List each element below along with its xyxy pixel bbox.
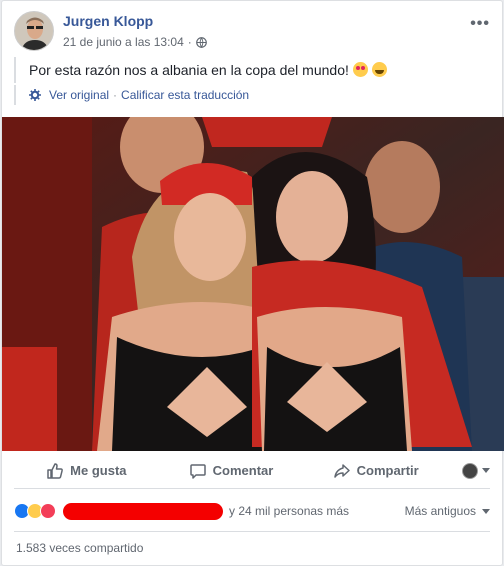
chevron-down-icon	[482, 468, 491, 473]
love-reaction-icon	[40, 503, 56, 519]
post-photo[interactable]	[2, 117, 504, 451]
shares-count[interactable]: 1.583 veces compartido	[16, 541, 143, 555]
share-button[interactable]: Compartir	[303, 455, 448, 487]
post-actions-bar: Me gusta Comentar Compartir	[14, 453, 491, 489]
comment-label: Comentar	[212, 463, 274, 478]
author-avatar[interactable]	[14, 11, 54, 51]
divider	[14, 531, 490, 532]
reaction-icons[interactable]	[14, 503, 56, 519]
like-button[interactable]: Me gusta	[14, 455, 159, 487]
like-label: Me gusta	[70, 463, 127, 478]
comment-order-dropdown[interactable]: Más antiguos	[405, 504, 490, 518]
post-card: Jurgen Klopp 21 de junio a las 13:04 · •…	[1, 0, 504, 566]
share-icon	[333, 463, 350, 478]
reactions-count-text[interactable]: y 24 mil personas más	[229, 504, 349, 518]
comment-icon	[189, 463, 206, 479]
order-label: Más antiguos	[404, 504, 476, 518]
heart-eyes-emoji	[352, 62, 368, 77]
translation-bar: Ver original · Calificar esta traducción	[14, 85, 490, 105]
post-timestamp[interactable]: 21 de junio a las 13:04	[63, 35, 184, 49]
redacted-names	[63, 502, 223, 520]
see-original-link[interactable]: Ver original	[49, 88, 109, 102]
reactions-bar: y 24 mil personas más Más antiguos	[14, 497, 490, 525]
comment-button[interactable]: Comentar	[159, 455, 304, 487]
laugh-emoji	[371, 62, 387, 77]
user-avatar	[462, 462, 479, 479]
thumbs-up-icon	[47, 462, 64, 479]
post-meta: 21 de junio a las 13:04 ·	[63, 35, 207, 49]
rate-translation-link[interactable]: Calificar esta traducción	[121, 88, 249, 102]
more-options-icon[interactable]: •••	[470, 15, 490, 33]
separator-dot: ·	[187, 35, 192, 49]
separator-dot: ·	[113, 88, 118, 102]
author-name[interactable]: Jurgen Klopp	[63, 13, 153, 29]
gear-icon[interactable]	[29, 89, 41, 101]
globe-icon[interactable]	[195, 36, 207, 48]
post-header: Jurgen Klopp 21 de junio a las 13:04 · •…	[2, 1, 502, 57]
audience-selector[interactable]	[448, 462, 491, 479]
post-text-row: Por esta razón nos a albania en la copa …	[14, 57, 490, 83]
post-text: Por esta razón nos a albania en la copa …	[29, 62, 349, 78]
chevron-down-icon	[482, 508, 490, 514]
share-label: Compartir	[356, 463, 419, 478]
